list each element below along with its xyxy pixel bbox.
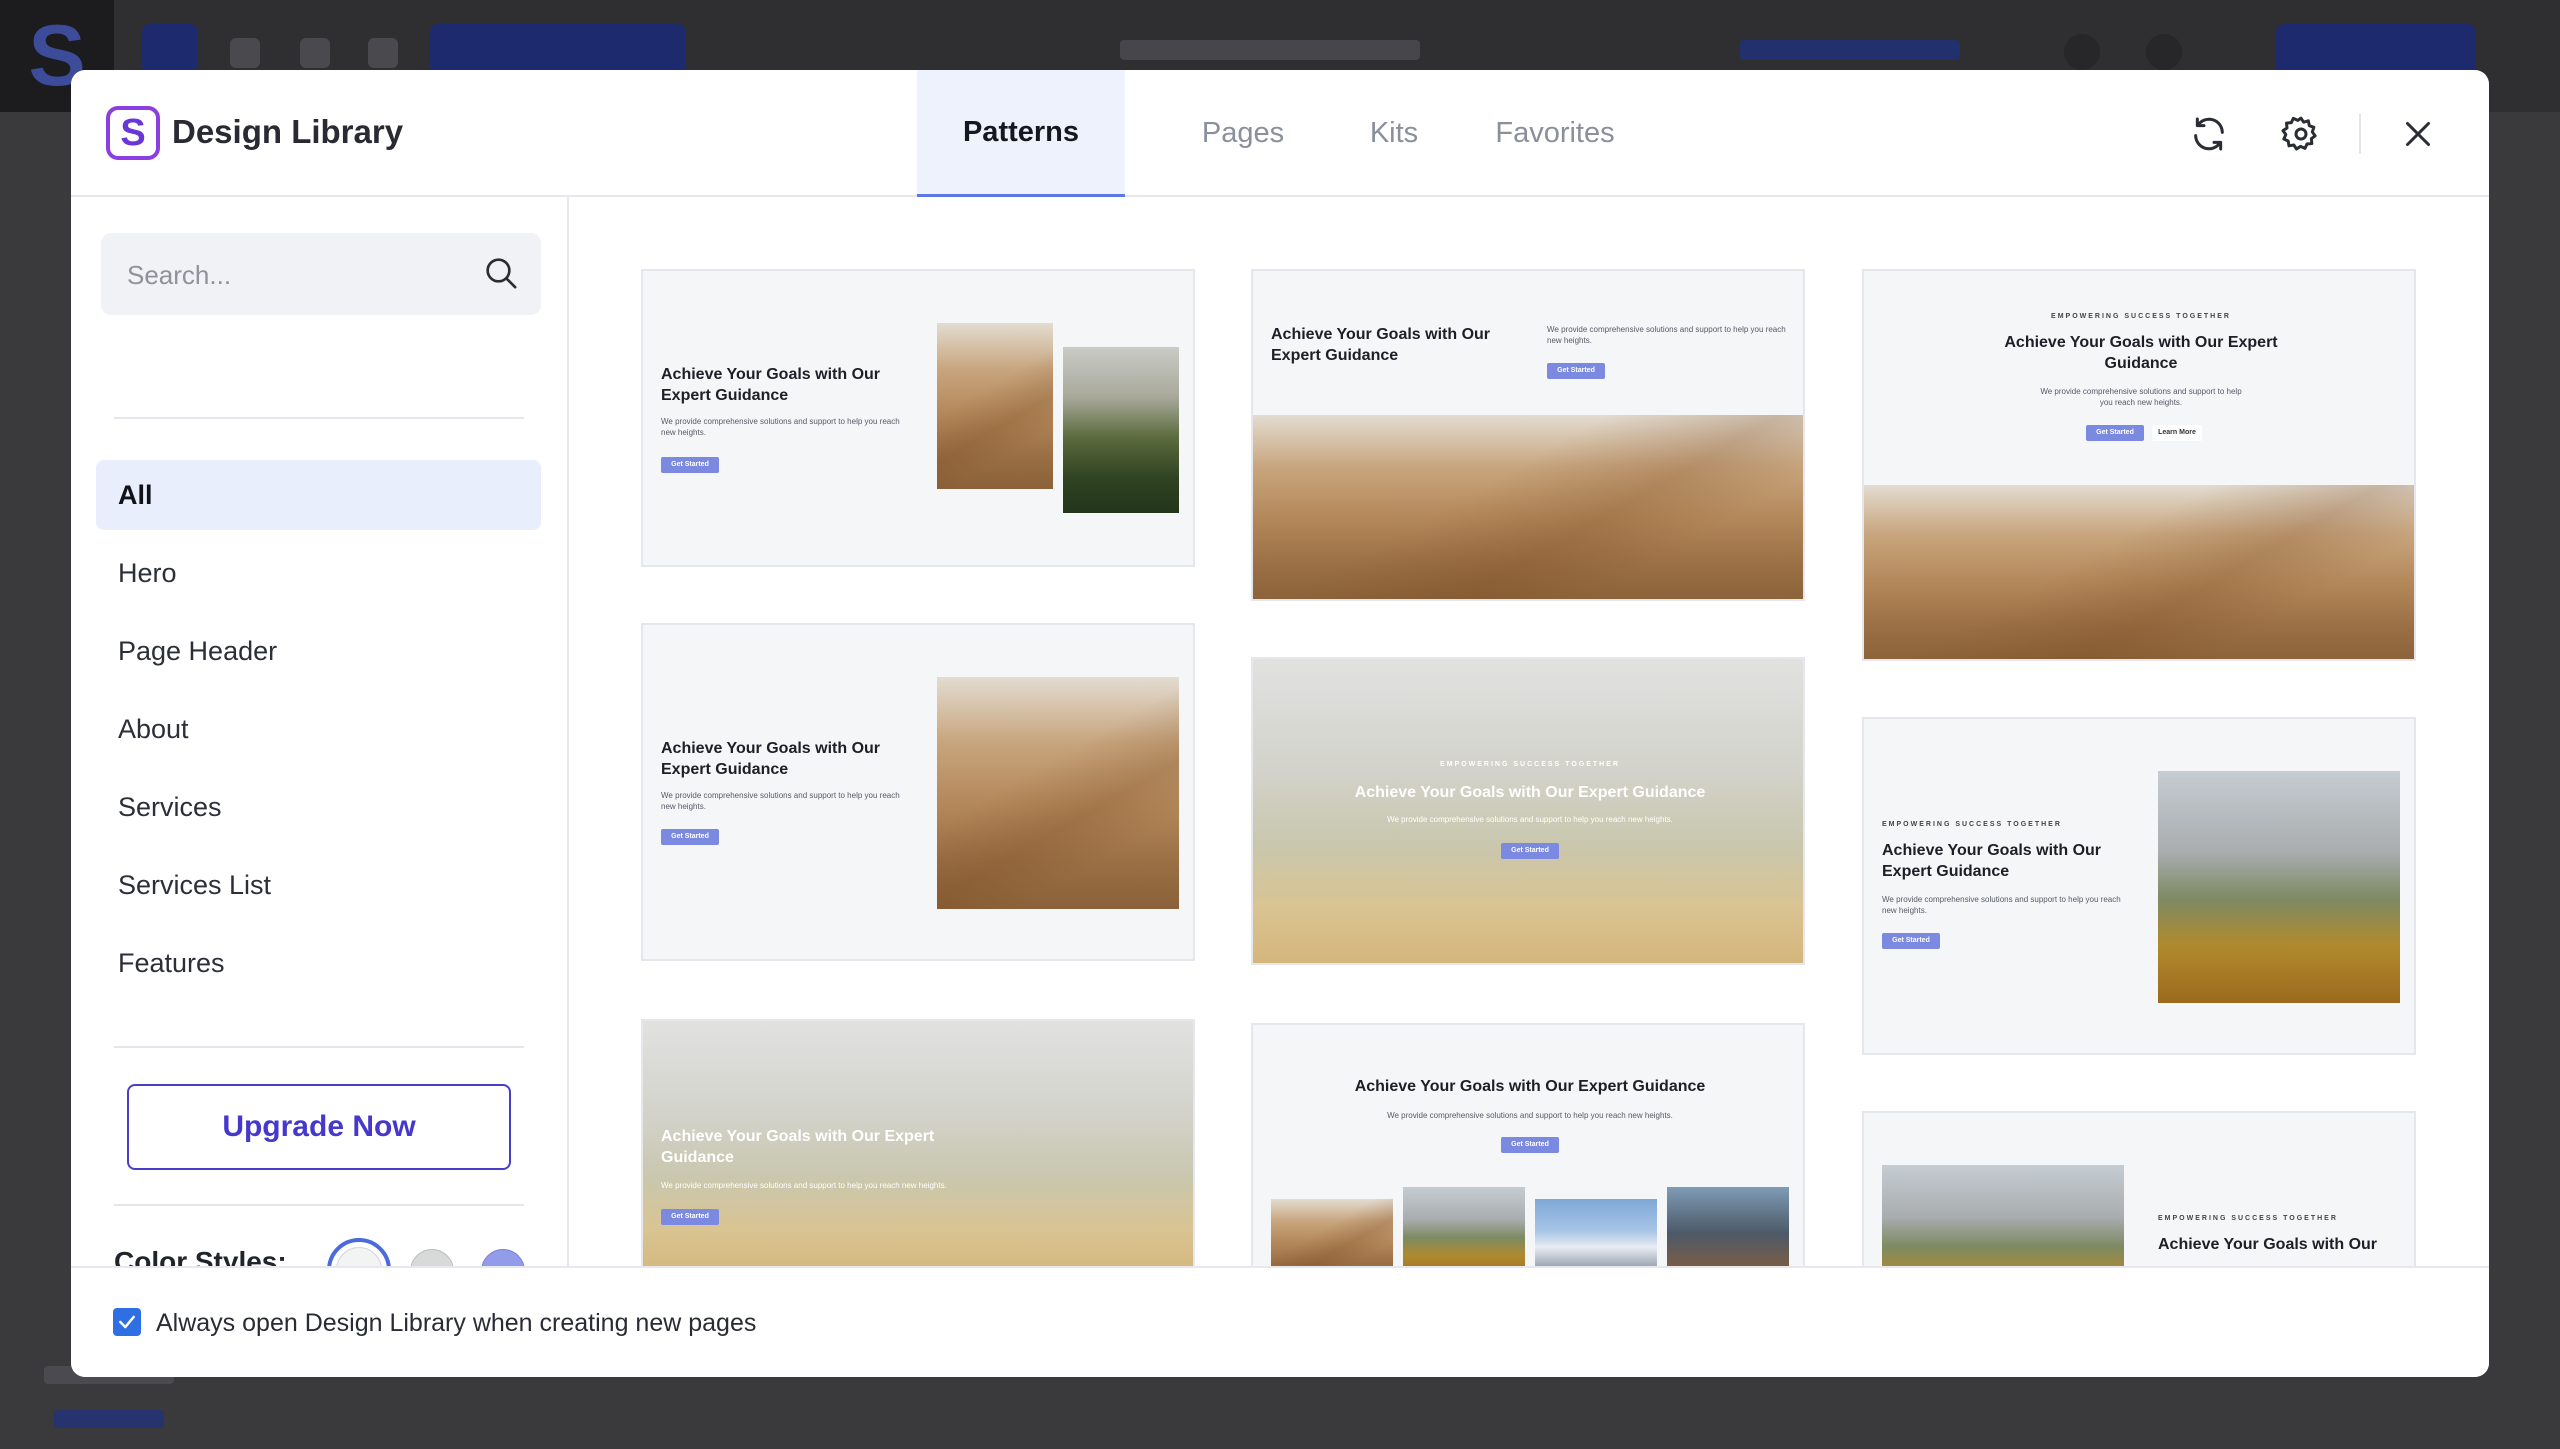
- pattern-title: Achieve Your Goals with Our Expert Guidan…: [661, 1128, 935, 1166]
- pattern-title: Achieve Your Goals with Our Expert Guidan…: [661, 366, 881, 404]
- pattern-grid: Achieve Your Goals with Our Expert Guidan…: [569, 197, 2489, 1266]
- always-open-label[interactable]: Always open Design Library when creating…: [156, 1306, 756, 1340]
- desert-image: [1864, 485, 2414, 659]
- search-icon[interactable]: [481, 253, 521, 293]
- pattern-get-started-button: Get Started: [661, 457, 719, 473]
- pattern-get-started-button: Get Started: [1882, 933, 1940, 949]
- modal-footer: Always open Design Library when creating…: [71, 1266, 2489, 1377]
- pattern-card[interactable]: Achieve Your Goals with Our Expert Guidan…: [641, 1019, 1195, 1266]
- mountain-landscape-background: [1253, 659, 1803, 963]
- pattern-get-started-button: Get Started: [1547, 363, 1605, 379]
- pattern-eyebrow: EMPOWERING SUCCESS TOGETHER: [1882, 821, 2062, 828]
- sidebar-divider: [114, 1204, 524, 1206]
- pattern-title: Achieve Your Goals with Our Expert Guida…: [1354, 784, 1706, 801]
- search-input[interactable]: [125, 233, 469, 317]
- pattern-description: We provide comprehensive solutions and s…: [1387, 815, 1673, 824]
- pattern-get-started-button: Get Started: [661, 1209, 719, 1225]
- pattern-card[interactable]: EMPOWERING SUCCESS TOGETHER Achieve Your…: [1862, 269, 2416, 661]
- pattern-title: Achieve Your Goals with Our Expert Guida…: [1354, 1078, 1706, 1095]
- mountain-image: [1403, 1187, 1525, 1266]
- modal-header: S Design Library Patterns Pages Kits Fav…: [71, 70, 2489, 197]
- mountain-forest-image: [1063, 347, 1179, 513]
- upgrade-now-button[interactable]: Upgrade Now: [127, 1084, 511, 1170]
- gear-icon[interactable]: [2277, 110, 2325, 158]
- editor-icon: [2064, 34, 2100, 70]
- desert-image: [1271, 1199, 1393, 1266]
- pattern-description: We provide comprehensive solutions and s…: [661, 1181, 947, 1190]
- pattern-card[interactable]: EMPOWERING SUCCESS TOGETHER Achieve Your…: [1862, 1111, 2416, 1266]
- pattern-description: We provide comprehensive solutions and s…: [661, 791, 900, 811]
- design-library-logo-icon: S: [106, 106, 160, 160]
- pattern-title: Achieve Your Goals with Our: [2158, 1236, 2378, 1253]
- always-open-checkbox[interactable]: [113, 1308, 141, 1336]
- editor-link: [1740, 40, 1960, 60]
- category-features[interactable]: Features: [96, 928, 541, 998]
- category-services[interactable]: Services: [96, 772, 541, 842]
- mountain-autumn-image: [2158, 771, 2400, 1003]
- sidebar-divider: [114, 417, 524, 419]
- checkmark-icon: [119, 1315, 135, 1329]
- pattern-title: Achieve Your Goals with Our Expert Guidan…: [2004, 334, 2278, 372]
- mountain-image: [1882, 1165, 2124, 1266]
- pattern-eyebrow: EMPOWERING SUCCESS TOGETHER: [1440, 761, 1620, 768]
- pattern-card[interactable]: EMPOWERING SUCCESS TOGETHER Achieve Your…: [1251, 657, 1805, 965]
- header-divider: [2359, 114, 2361, 154]
- pattern-description: We provide comprehensive solutions and s…: [1387, 1111, 1673, 1120]
- sidebar-divider: [114, 1046, 524, 1048]
- desert-image: [937, 323, 1053, 489]
- pattern-get-started-button: Get Started: [1501, 1137, 1559, 1153]
- editor-tool-icon: [368, 38, 398, 68]
- pattern-card[interactable]: Achieve Your Goals with Our Expert Guida…: [1251, 1023, 1805, 1266]
- pattern-card[interactable]: EMPOWERING SUCCESS TOGETHER Achieve Your…: [1862, 717, 2416, 1055]
- pattern-get-started-button: Get Started: [661, 829, 719, 845]
- editor-footer-link: [54, 1410, 164, 1428]
- pattern-card[interactable]: Achieve Your Goals with Our Expert Guidan…: [641, 623, 1195, 961]
- pattern-description: We provide comprehensive solutions and s…: [1547, 325, 1786, 345]
- close-icon[interactable]: [2394, 110, 2442, 158]
- editor-tool-icon: [230, 38, 260, 68]
- editor-tool-icon: [300, 38, 330, 68]
- category-about[interactable]: About: [96, 694, 541, 764]
- pattern-title: Achieve Your Goals with Our Expert Guidan…: [661, 740, 881, 778]
- tab-pages[interactable]: Pages: [1173, 70, 1313, 197]
- pattern-card[interactable]: Achieve Your Goals with Our Expert Guidan…: [641, 269, 1195, 567]
- modal-title: Design Library: [172, 113, 404, 150]
- pattern-description: We provide comprehensive solutions and s…: [661, 417, 900, 437]
- pattern-eyebrow: EMPOWERING SUCCESS TOGETHER: [2051, 313, 2231, 320]
- tab-favorites[interactable]: Favorites: [1475, 70, 1635, 197]
- pattern-title: Achieve Your Goals with Our Expert Guidan…: [1271, 326, 1491, 364]
- rock-cliff-image: [1667, 1187, 1789, 1266]
- pattern-get-started-button: Get Started: [1501, 843, 1559, 859]
- pattern-description: We provide comprehensive solutions and s…: [1882, 895, 2121, 915]
- category-page-header[interactable]: Page Header: [96, 616, 541, 686]
- category-sidebar: All Hero Page Header About Services Serv…: [71, 197, 569, 1302]
- pattern-get-started-button: Get Started: [2086, 425, 2144, 441]
- pattern-learn-more-button: Learn More: [2152, 425, 2202, 441]
- pattern-title: Achieve Your Goals with Our Expert Guidan…: [1882, 842, 2102, 880]
- refresh-icon[interactable]: [2185, 110, 2233, 158]
- category-all[interactable]: All: [96, 460, 541, 530]
- tab-kits[interactable]: Kits: [1339, 70, 1449, 197]
- search-box: [101, 233, 541, 317]
- snowy-mountain-image: [1535, 1199, 1657, 1266]
- pattern-description: We provide comprehensive solutions and s…: [2040, 387, 2242, 407]
- pattern-card[interactable]: Achieve Your Goals with Our Expert Guidan…: [1251, 269, 1805, 601]
- category-hero[interactable]: Hero: [96, 538, 541, 608]
- tab-patterns[interactable]: Patterns: [917, 70, 1125, 197]
- desert-image: [1253, 415, 1803, 599]
- design-library-modal: S Design Library Patterns Pages Kits Fav…: [71, 70, 2489, 1377]
- desert-image: [937, 677, 1179, 909]
- pattern-eyebrow: EMPOWERING SUCCESS TOGETHER: [2158, 1215, 2338, 1222]
- category-services-list[interactable]: Services List: [96, 850, 541, 920]
- editor-document-title: [1120, 40, 1420, 60]
- editor-icon: [2146, 34, 2182, 70]
